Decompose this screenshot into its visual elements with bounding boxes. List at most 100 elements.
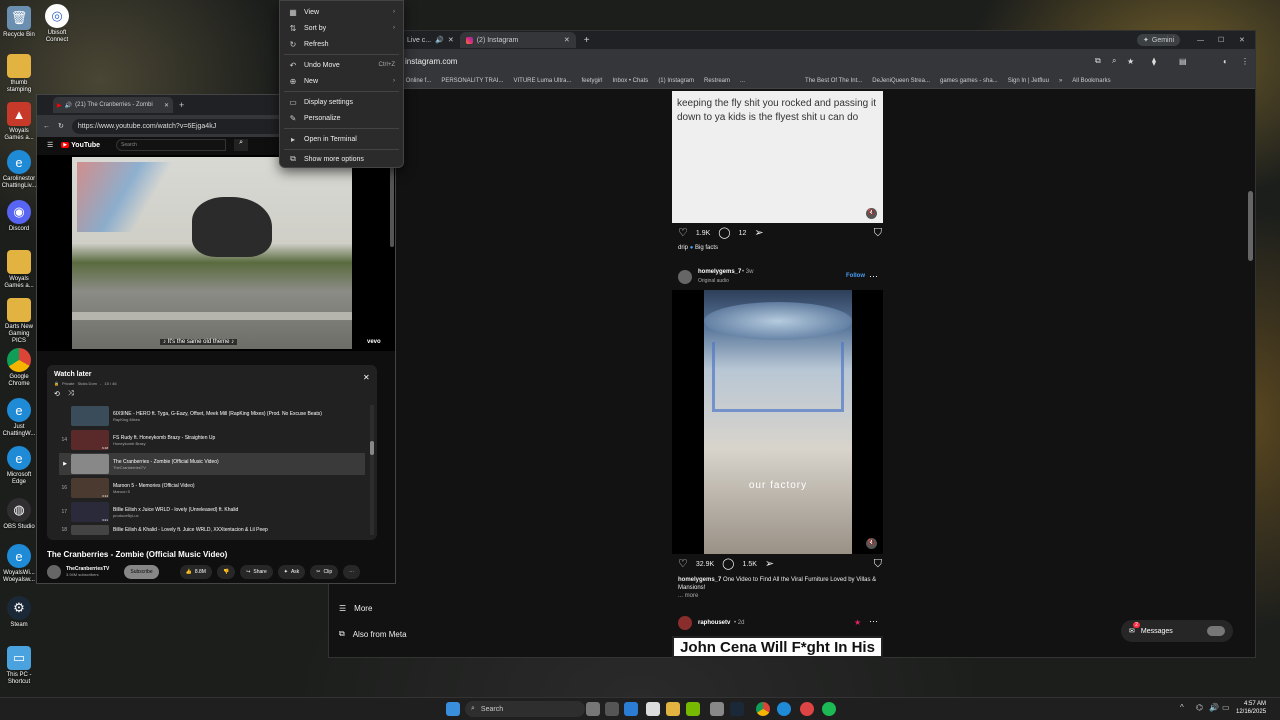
new-tab-icon[interactable]: + <box>179 100 184 110</box>
desktop-icon-ubisoft[interactable]: ◎ Ubisoft Connect <box>40 4 74 44</box>
reload-icon[interactable]: ↻ <box>58 122 64 130</box>
task-view-icon[interactable] <box>586 702 600 716</box>
sidepanel-icon[interactable]: ▤ <box>1179 57 1187 66</box>
caption-user[interactable]: homelygems_7 <box>678 577 721 583</box>
like-button[interactable]: 👍 8.8M <box>179 565 212 579</box>
clock[interactable]: 4:57 AM 12/16/2025 <box>1236 700 1266 716</box>
widgets-icon[interactable] <box>605 702 619 716</box>
volume-icon[interactable]: 🔊 <box>1209 703 1219 712</box>
bookmark-overflow-icon[interactable]: » <box>1059 78 1062 84</box>
bookmark-item[interactable]: DeJeniQueen Strea... <box>872 78 930 84</box>
text-post-card[interactable]: keeping the fly shit you rocked and pass… <box>672 91 883 223</box>
back-icon[interactable]: ← <box>43 123 50 130</box>
minimize-icon[interactable]: — <box>1197 37 1204 44</box>
youtube-logo[interactable]: ▶ YouTube <box>61 142 100 149</box>
like-icon[interactable]: ♡ <box>678 228 688 239</box>
desktop-icon-edge[interactable]: e Microsoft Edge <box>2 446 36 486</box>
bookmark-item[interactable]: Sign In | Jetfluu <box>1008 78 1049 84</box>
desktop-icon-edge-shortcut[interactable]: e Carolinestor ChattingLiv... <box>2 150 36 190</box>
new-tab-icon[interactable]: + <box>584 35 590 46</box>
bookmark-item[interactable]: games games - sha... <box>940 78 998 84</box>
sidebar-more[interactable]: ☰ More <box>339 604 372 613</box>
share-button[interactable]: ↪ Share <box>240 565 273 579</box>
tray-overflow-icon[interactable]: ^ <box>1180 703 1184 712</box>
close-window-icon[interactable]: ✕ <box>1239 36 1245 44</box>
clip-button[interactable]: ✂ Clip <box>310 565 339 579</box>
mute-icon[interactable]: 🔇 <box>866 208 877 219</box>
menu-item-personalize[interactable]: ✎ Personalize <box>280 110 403 126</box>
obs-icon[interactable] <box>800 702 814 716</box>
comment-icon[interactable]: ◯ <box>722 559 734 570</box>
menu-item-open-terminal[interactable]: ▸ Open in Terminal <box>280 131 403 147</box>
avatar[interactable] <box>678 270 692 284</box>
url-text[interactable]: instagram.com <box>405 57 457 66</box>
username[interactable]: homelygems_7 <box>698 269 741 275</box>
desktop-icon-this-pc[interactable]: ▭ This PC - Shortcut <box>2 646 36 686</box>
chrome-icon[interactable] <box>756 702 770 716</box>
playlist-item[interactable]: 17 3:21 Billie Eilish x Juice WRLD - lov… <box>59 501 365 523</box>
post3-media[interactable]: John Cena Will F*ght In His <box>672 636 883 658</box>
like-icon[interactable]: ♡ <box>678 559 688 570</box>
bookmark-item[interactable]: feetygirl <box>582 78 603 84</box>
subscribe-button[interactable]: Subscribe <box>124 565 159 579</box>
desktop-icon-obs[interactable]: ◍ OBS Studio <box>2 498 36 531</box>
menu-item-view[interactable]: ▦ View › <box>280 4 403 20</box>
spotify-icon[interactable] <box>822 702 836 716</box>
tab-live[interactable]: Live c... 🔊 ✕ <box>401 32 460 48</box>
more-actions-button[interactable]: ⋯ <box>343 565 361 579</box>
close-tab-icon[interactable]: ✕ <box>448 36 454 44</box>
bookmark-item[interactable]: The Best Of The Int... <box>805 78 862 84</box>
network-icon[interactable]: ⌬ <box>1196 703 1203 712</box>
caption-more[interactable]: ... more <box>678 592 882 600</box>
gemini-button[interactable]: ✦ Gemini <box>1137 34 1181 46</box>
close-tab-icon[interactable]: ✕ <box>164 102 169 109</box>
username[interactable]: raphousetv <box>698 620 730 626</box>
search-input[interactable]: Search <box>116 139 227 151</box>
tab-instagram[interactable]: (2) Instagram ✕ <box>459 32 576 48</box>
post1-audio[interactable]: drip ● Big facts <box>678 245 718 251</box>
desktop-icon-just-chatting[interactable]: e Just ChattingW... <box>2 398 36 438</box>
loop-icon[interactable]: ⟲ <box>54 390 60 398</box>
bookmark-item[interactable]: (1) Instagram <box>658 78 694 84</box>
menu-item-show-more[interactable]: ⧉ Show more options <box>280 151 403 167</box>
desktop-icon-recycle-bin[interactable]: 🗑 Recycle Bin <box>2 6 36 39</box>
profile-icon[interactable]: ◐ <box>1223 57 1228 66</box>
menu-icon[interactable]: ⋮ <box>1241 57 1249 66</box>
save-icon[interactable]: ⛉ <box>874 559 882 570</box>
bookmark-item[interactable]: Restream <box>704 78 730 84</box>
scrollbar-thumb[interactable] <box>370 441 374 455</box>
search-icon[interactable]: ⌕ <box>234 139 249 151</box>
menu-item-refresh[interactable]: ↻ Refresh <box>280 36 403 52</box>
playlist-owner[interactable]: Stoks Dom <box>77 381 97 386</box>
menu-item-sort-by[interactable]: ⇅ Sort by › <box>280 20 403 36</box>
all-bookmarks[interactable]: All Bookmarks <box>1072 78 1110 84</box>
playlist-item[interactable]: 14 6:18 FS Rudy ft. Honeykomb Brazy - St… <box>59 429 365 451</box>
hamburger-icon[interactable]: ☰ <box>47 141 53 149</box>
notepad-icon[interactable] <box>646 702 660 716</box>
share-icon[interactable]: ➢ <box>765 559 774 570</box>
shuffle-icon[interactable]: ⤨ <box>68 390 74 398</box>
taskbar-search[interactable]: ⌕ Search <box>465 701 585 717</box>
dislike-button[interactable]: 👎 <box>216 565 236 579</box>
save-icon[interactable]: ⛉ <box>874 228 882 239</box>
video-post[interactable]: our factory 🔇 <box>672 290 883 554</box>
bookmark-item[interactable]: ... <box>740 78 745 84</box>
more-options-icon[interactable]: ⋯ <box>869 616 878 627</box>
share-icon[interactable]: ➢ <box>754 228 763 239</box>
more-options-icon[interactable]: ⋯ <box>869 271 878 282</box>
mute-icon[interactable]: 🔇 <box>866 538 877 549</box>
playlist-scrollbar[interactable] <box>370 405 374 535</box>
nvidia-icon[interactable] <box>686 702 700 716</box>
channel-avatar[interactable] <box>47 565 61 579</box>
messages-button[interactable]: ✉ 2 Messages <box>1121 620 1233 642</box>
follow-button[interactable]: Follow <box>846 273 865 279</box>
playlist-item[interactable]: 16 3:14 Maroon 5 - Memories (Official Vi… <box>59 477 365 499</box>
battery-icon[interactable]: ▭ <box>1222 703 1230 712</box>
desktop-icon-chrome[interactable]: Google Chrome <box>2 348 36 388</box>
tab-youtube[interactable]: ▶ 🔊 (21) The Cranberries - Zombi ✕ <box>53 97 173 113</box>
copilot-icon[interactable] <box>624 702 638 716</box>
ask-button[interactable]: ✦ Ask <box>277 565 306 579</box>
post-audio[interactable]: Original audio <box>698 278 729 284</box>
comment-icon[interactable]: ◯ <box>718 228 730 239</box>
install-app-icon[interactable]: ⧉ <box>1095 56 1101 66</box>
